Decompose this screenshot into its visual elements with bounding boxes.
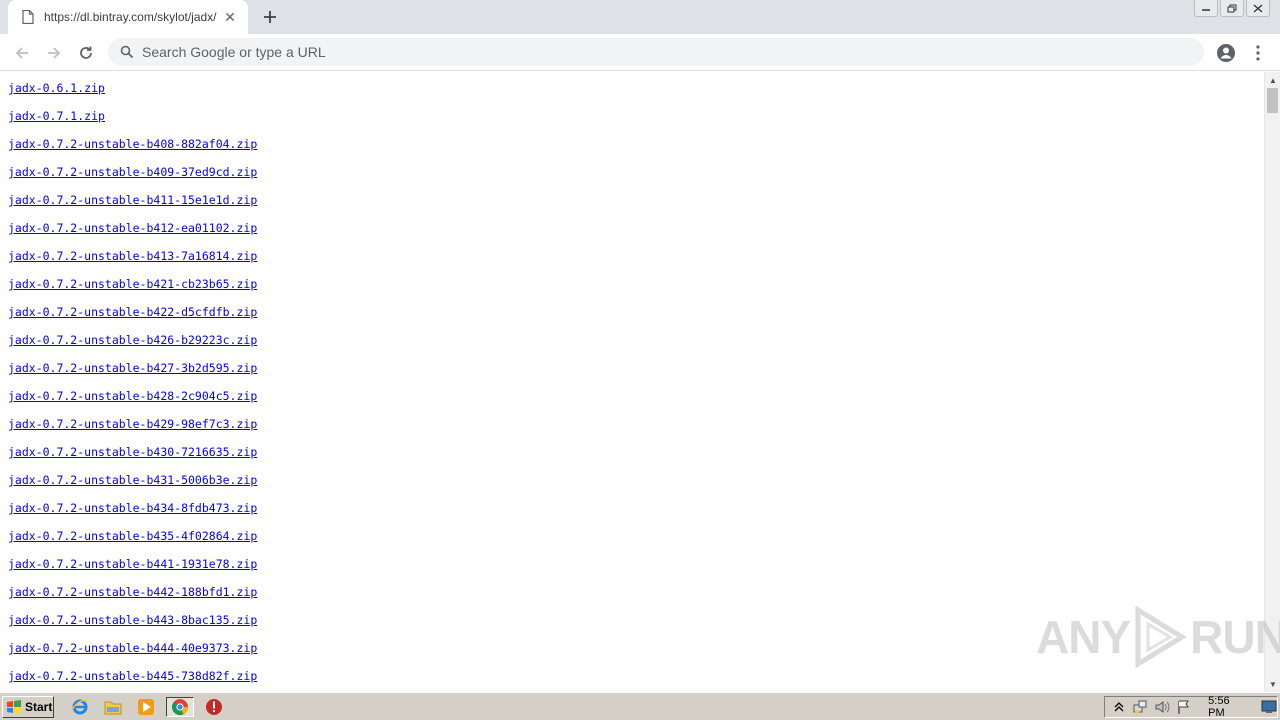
tab-title: https://dl.bintray.com/skylot/jadx/ <box>44 10 217 24</box>
list-item: jadx-0.7.2-unstable-b429-98ef7c3.zip <box>8 416 1264 444</box>
window-close-icon <box>1253 4 1263 12</box>
scroll-down-arrow-icon[interactable]: ▼ <box>1265 676 1280 692</box>
list-item: jadx-0.7.2-unstable-b434-8fdb473.zip <box>8 500 1264 528</box>
forward-icon <box>48 47 61 59</box>
start-label: Start <box>25 700 53 714</box>
window-close-button[interactable] <box>1246 0 1270 17</box>
file-link[interactable]: jadx-0.7.2-unstable-b413-7a16814.zip <box>8 249 257 263</box>
file-link[interactable]: jadx-0.7.2-unstable-b442-188bfd1.zip <box>8 585 257 599</box>
list-item: jadx-0.7.2-unstable-b427-3b2d595.zip <box>8 360 1264 388</box>
file-link[interactable]: jadx-0.7.2-unstable-b426-b29223c.zip <box>8 333 257 347</box>
file-link[interactable]: jadx-0.7.2-unstable-b408-882af04.zip <box>8 137 257 151</box>
file-link[interactable]: jadx-0.7.2-unstable-b422-d5cfdfb.zip <box>8 305 257 319</box>
minimize-icon <box>1202 9 1210 11</box>
list-item: jadx-0.7.1.zip <box>8 108 1264 136</box>
file-link[interactable]: jadx-0.7.2-unstable-b430-7216635.zip <box>8 445 257 459</box>
file-link[interactable]: jadx-0.7.2-unstable-b441-1931e78.zip <box>8 557 257 571</box>
vertical-scrollbar[interactable]: ▲ ▼ <box>1264 72 1280 692</box>
file-link[interactable]: jadx-0.7.2-unstable-b434-8fdb473.zip <box>8 501 257 515</box>
tray-arrow-icon[interactable] <box>1111 699 1126 715</box>
browser-tab[interactable]: https://dl.bintray.com/skylot/jadx/ ✕ <box>8 0 248 34</box>
list-item: jadx-0.7.2-unstable-b413-7a16814.zip <box>8 248 1264 276</box>
list-item: jadx-0.7.2-unstable-b430-7216635.zip <box>8 444 1264 472</box>
file-link[interactable]: jadx-0.7.2-unstable-b443-8bac135.zip <box>8 613 257 627</box>
close-icon[interactable]: ✕ <box>222 9 238 25</box>
window-controls <box>1194 0 1270 17</box>
file-link[interactable]: jadx-0.7.2-unstable-b411-15e1e1d.zip <box>8 193 257 207</box>
taskbar-security-app[interactable] <box>203 697 225 717</box>
file-link[interactable]: jadx-0.7.2-unstable-b427-3b2d595.zip <box>8 361 257 375</box>
file-link[interactable]: jadx-0.7.2-unstable-b412-ea01102.zip <box>8 221 257 235</box>
file-link[interactable]: jadx-0.7.2-unstable-b431-5006b3e.zip <box>8 473 257 487</box>
list-item: jadx-0.7.2-unstable-b428-2c904c5.zip <box>8 388 1264 416</box>
file-link[interactable]: jadx-0.7.2-unstable-b444-40e9373.zip <box>8 641 257 655</box>
list-item: jadx-0.7.2-unstable-b411-15e1e1d.zip <box>8 192 1264 220</box>
restore-button[interactable] <box>1220 0 1244 17</box>
plus-icon <box>264 11 276 23</box>
list-item: jadx-0.7.2-unstable-b409-37ed9cd.zip <box>8 164 1264 192</box>
omnibox[interactable] <box>108 38 1204 66</box>
chrome-icon <box>172 699 188 716</box>
file-link[interactable]: jadx-0.7.2-unstable-b435-4f02864.zip <box>8 529 257 543</box>
list-item: jadx-0.7.2-unstable-b431-5006b3e.zip <box>8 472 1264 500</box>
omnibox-input[interactable] <box>142 44 1042 60</box>
taskbar-ie[interactable] <box>69 697 91 717</box>
volume-icon[interactable] <box>1154 699 1170 715</box>
minimize-button[interactable] <box>1194 0 1218 17</box>
list-item: jadx-0.7.2-unstable-b435-4f02864.zip <box>8 528 1264 556</box>
new-tab-button[interactable] <box>258 5 282 29</box>
scroll-thumb[interactable] <box>1267 88 1278 113</box>
more-vert-icon <box>1256 45 1260 61</box>
reload-icon <box>80 46 92 59</box>
list-item: jadx-0.7.2-unstable-b444-40e9373.zip <box>8 640 1264 668</box>
back-icon <box>15 47 28 59</box>
browser-menu-button[interactable] <box>1248 41 1268 65</box>
desktop-icon[interactable] <box>1261 699 1277 715</box>
list-item: jadx-0.7.2-unstable-b412-ea01102.zip <box>8 220 1264 248</box>
reload-button[interactable] <box>74 41 98 65</box>
taskbar-chrome[interactable] <box>166 697 194 717</box>
list-item: jadx-0.7.2-unstable-b408-882af04.zip <box>8 136 1264 164</box>
browser-toolbar <box>0 34 1280 71</box>
scroll-up-arrow-icon[interactable]: ▲ <box>1265 72 1280 88</box>
search-icon <box>120 45 134 59</box>
list-item: jadx-0.7.2-unstable-b421-cb23b65.zip <box>8 276 1264 304</box>
flag-icon[interactable] <box>1176 699 1192 715</box>
ie-icon <box>71 699 88 715</box>
account-icon <box>1217 44 1235 62</box>
page-icon <box>22 10 34 24</box>
folder-icon <box>104 701 122 715</box>
file-link[interactable]: jadx-0.6.1.zip <box>8 81 105 95</box>
file-link[interactable]: jadx-0.7.2-unstable-b409-37ed9cd.zip <box>8 165 257 179</box>
file-link[interactable]: jadx-0.7.2-unstable-b428-2c904c5.zip <box>8 389 257 403</box>
file-link[interactable]: jadx-0.7.2-unstable-b429-98ef7c3.zip <box>8 417 257 431</box>
list-item: jadx-0.7.2-unstable-b426-b29223c.zip <box>8 332 1264 360</box>
list-item: jadx-0.7.2-unstable-b443-8bac135.zip <box>8 612 1264 640</box>
file-link[interactable]: jadx-0.7.2-unstable-b445-738d82f.zip <box>8 669 257 683</box>
taskbar-clock[interactable]: 5:56 PM <box>1208 695 1247 719</box>
list-item: jadx-0.7.2-unstable-b441-1931e78.zip <box>8 556 1264 584</box>
taskbar-explorer[interactable] <box>102 697 124 717</box>
file-link[interactable]: jadx-0.7.2-unstable-b421-cb23b65.zip <box>8 277 257 291</box>
start-button[interactable]: Start <box>2 696 54 718</box>
file-link[interactable]: jadx-0.7.1.zip <box>8 109 105 123</box>
profile-button[interactable] <box>1214 41 1238 65</box>
file-listing: jadx-0.6.1.zip jadx-0.7.1.zip jadx-0.7.2-u… <box>0 72 1264 692</box>
windows-taskbar: Start 5:56 PM <box>0 692 1280 720</box>
page-viewport: jadx-0.6.1.zip jadx-0.7.1.zip jadx-0.7.2-u… <box>0 72 1264 692</box>
list-item: jadx-0.6.1.zip <box>8 80 1264 108</box>
stop-icon <box>206 699 222 715</box>
taskbar-media-player[interactable] <box>135 697 157 717</box>
tab-strip: https://dl.bintray.com/skylot/jadx/ ✕ <box>0 0 1280 34</box>
restore-icon <box>1227 4 1237 12</box>
back-button[interactable] <box>10 41 34 65</box>
list-item: jadx-0.7.2-unstable-b445-738d82f.zip <box>8 668 1264 692</box>
list-item: jadx-0.7.2-unstable-b422-d5cfdfb.zip <box>8 304 1264 332</box>
list-item: jadx-0.7.2-unstable-b442-188bfd1.zip <box>8 584 1264 612</box>
forward-button[interactable] <box>42 41 66 65</box>
media-player-icon <box>138 699 154 715</box>
network-icon[interactable] <box>1132 699 1148 715</box>
system-tray: 5:56 PM <box>1104 695 1278 719</box>
windows-logo-icon <box>7 700 21 714</box>
